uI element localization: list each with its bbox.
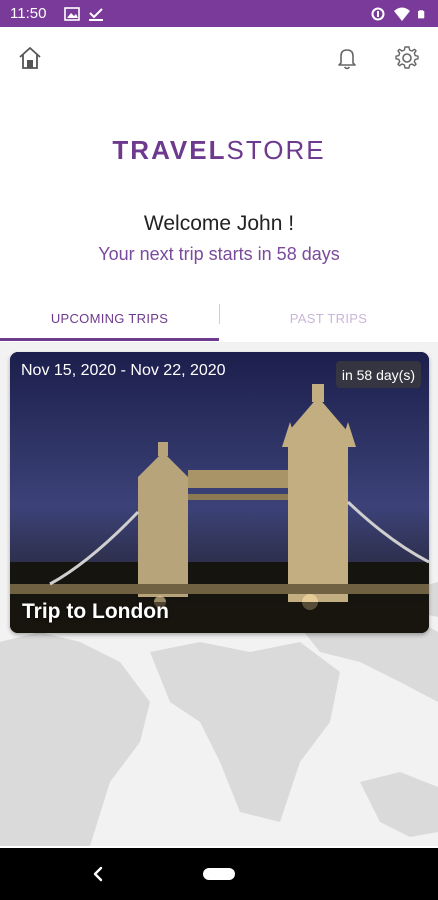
home-pill-icon[interactable]	[203, 868, 235, 880]
brand-part2: STORE	[226, 135, 326, 165]
tab-past-trips[interactable]: PAST TRIPS	[219, 296, 438, 340]
welcome-text: Welcome John !	[143, 212, 295, 235]
trip-photo	[10, 352, 429, 633]
trip-card[interactable]: Nov 15, 2020 - Nov 22, 2020 in 58 day(s)…	[10, 352, 429, 633]
home-icon[interactable]	[16, 44, 44, 72]
bell-icon[interactable]	[333, 44, 361, 72]
top-app-bar	[0, 27, 438, 91]
trip-dates: Nov 15, 2020 - Nov 22, 2020	[21, 362, 226, 379]
status-bar: 11:50	[0, 0, 438, 27]
status-right	[370, 7, 428, 21]
brand-logo: TRAVELSTORE	[0, 135, 438, 166]
trip-title: Trip to London	[22, 600, 169, 623]
tab-upcoming-trips[interactable]: UPCOMING TRIPS	[0, 296, 219, 340]
system-nav-bar	[0, 848, 438, 900]
wifi-icon	[394, 7, 410, 21]
next-trip-text: Your next trip starts in 58 days	[98, 244, 340, 264]
image-icon	[64, 6, 81, 21]
download-done-icon	[89, 7, 104, 21]
brand-part1: TRAVEL	[112, 135, 227, 165]
status-time: 11:50	[10, 5, 47, 22]
status-left: 11:50	[10, 5, 104, 22]
back-icon[interactable]	[88, 862, 108, 886]
data-saver-icon	[371, 7, 385, 20]
gear-icon[interactable]	[393, 44, 421, 72]
trip-tabs: UPCOMING TRIPS PAST TRIPS	[0, 296, 438, 340]
active-tab-indicator	[0, 338, 219, 341]
trip-countdown-badge: in 58 day(s)	[335, 361, 421, 388]
battery-icon	[418, 9, 425, 18]
